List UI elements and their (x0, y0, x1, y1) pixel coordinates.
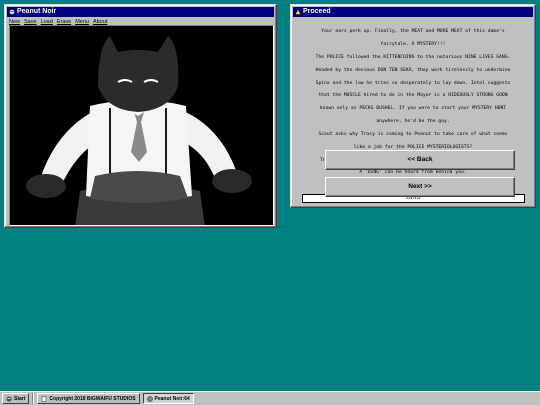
peanut-icon (9, 9, 15, 15)
back-button[interactable]: << Back (325, 150, 515, 170)
story-line: Your ears perk up. Finally, the MEAT and… (321, 29, 505, 35)
taskbar: Start Copyright 2018 BIGWAIFU STUDIOS Pe… (0, 391, 540, 405)
game-titlebar[interactable]: Peanut Noir (7, 7, 274, 17)
taskbar-copyright[interactable]: Copyright 2018 BIGWAIFU STUDIOS (37, 393, 140, 404)
story-line: Spinx and the law he tries so desperatel… (315, 80, 511, 86)
start-button[interactable]: Start (2, 393, 30, 404)
next-button[interactable]: Next >> (325, 177, 515, 197)
story-line: Scout asks why Tracy is coming to Peanut… (318, 131, 508, 137)
game-scene[interactable] (9, 25, 274, 226)
start-icon (6, 395, 12, 402)
copyright-label: Copyright 2018 BIGWAIFU STUDIOS (49, 395, 136, 402)
warning-icon (295, 9, 301, 15)
story-line: fairytale. A MYSTERY!!! (380, 42, 446, 48)
story-line: The POLICE followed the KITTENCOINS to t… (315, 55, 511, 61)
proceed-window-title: Proceed (303, 8, 331, 15)
story-line: known only as PECKS BUSHEL. If you were … (319, 106, 507, 112)
story-line: anywhere, he'd be the guy. (376, 119, 450, 125)
proceed-window: Proceed Your ears perk up. Finally, the … (290, 4, 536, 208)
game-window: Peanut Noir New Save Load Erase Menu Abo… (4, 4, 277, 228)
start-label: Start (14, 395, 26, 402)
game-window-title: Peanut Noir (17, 8, 57, 15)
story-line: Headed by the devious DON TEN SEKA, they… (315, 67, 511, 73)
taskbar-separator (32, 393, 35, 404)
taskbar-app-peanut-noir[interactable]: Peanut Noir:64 (142, 393, 194, 404)
story-line: A 'DING' can be heard from behind you. (359, 170, 467, 176)
proceed-titlebar[interactable]: Proceed (293, 7, 533, 17)
app-label: Peanut Noir:64 (154, 395, 190, 402)
cat-character-illustration (26, 36, 252, 225)
peanut-icon (146, 395, 153, 402)
story-line: that the MUSCLE hired to do in the Mayor… (318, 93, 508, 99)
document-icon (42, 395, 47, 402)
